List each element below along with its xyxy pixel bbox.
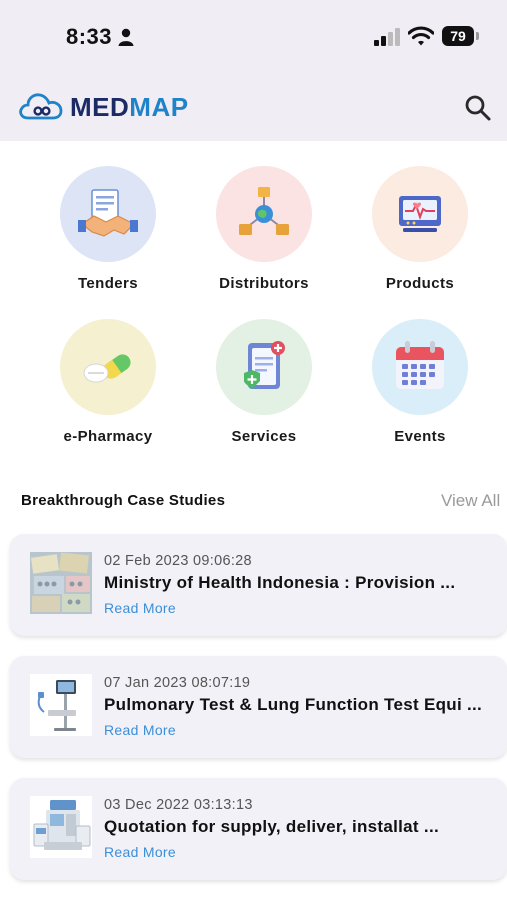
category-circle xyxy=(372,166,468,262)
read-more-link[interactable]: Read More xyxy=(104,844,176,860)
case-study-thumbnail xyxy=(30,552,92,614)
case-study-title: Quotation for supply, deliver, installat… xyxy=(104,817,439,836)
pills-icon xyxy=(83,354,131,383)
case-study-card[interactable]: 07 Jan 2023 08:07:19 Pulmonary Test & Lu… xyxy=(10,656,507,758)
case-study-date: 02 Feb 2023 09:06:28 xyxy=(104,553,252,569)
category-circle xyxy=(216,166,312,262)
network-globe-icon xyxy=(239,187,289,235)
medicine-packs-image xyxy=(30,552,92,614)
handshake-contract-icon xyxy=(78,189,138,237)
wifi-icon xyxy=(408,26,434,46)
cloud-logo-icon xyxy=(19,93,63,120)
category-label: e-Pharmacy xyxy=(63,428,153,445)
view-all-link[interactable]: View All xyxy=(441,491,500,511)
laboratory-machine-image xyxy=(30,796,92,858)
category-circle xyxy=(216,319,312,415)
status-bar: 8:33 79 xyxy=(0,0,507,70)
medical-document-icon xyxy=(244,341,285,389)
section-title: Breakthrough Case Studies xyxy=(21,492,226,509)
read-more-link[interactable]: Read More xyxy=(104,600,176,616)
search-icon[interactable] xyxy=(464,94,492,122)
medical-monitor-icon xyxy=(399,196,441,232)
category-label: Tenders xyxy=(77,275,139,292)
category-label: Distributors xyxy=(219,275,309,292)
category-circle xyxy=(60,166,156,262)
case-study-card[interactable]: 02 Feb 2023 09:06:28 Ministry of Health … xyxy=(10,534,507,636)
category-label: Services xyxy=(231,428,297,445)
category-circle xyxy=(60,319,156,415)
category-services[interactable]: Services xyxy=(194,319,334,459)
brand-name: MEDMAP xyxy=(70,92,189,122)
case-study-card[interactable]: 03 Dec 2022 03:13:13 Quotation for suppl… xyxy=(10,778,507,880)
status-time: 8:33 xyxy=(66,24,113,49)
header-area: 8:33 79 MEDMAP xyxy=(0,0,507,141)
category-circle xyxy=(372,319,468,415)
battery-icon: 79 xyxy=(442,26,480,46)
calendar-icon xyxy=(396,341,444,389)
category-e-pharmacy[interactable]: e-Pharmacy xyxy=(38,319,178,459)
case-study-title: Ministry of Health Indonesia : Provision… xyxy=(104,573,456,592)
category-tenders[interactable]: Tenders xyxy=(38,166,178,306)
category-label: Events xyxy=(394,428,446,445)
case-study-thumbnail xyxy=(30,796,92,858)
lung-test-equipment-image xyxy=(30,674,92,736)
category-products[interactable]: Products xyxy=(350,166,490,306)
read-more-link[interactable]: Read More xyxy=(104,722,176,738)
category-label: Products xyxy=(385,275,455,292)
category-events[interactable]: Events xyxy=(350,319,490,459)
person-icon xyxy=(118,28,134,46)
cellular-signal-icon xyxy=(374,28,400,46)
case-study-date: 03 Dec 2022 03:13:13 xyxy=(104,797,253,813)
battery-percentage: 79 xyxy=(450,28,466,44)
case-study-thumbnail xyxy=(30,674,92,736)
category-distributors[interactable]: Distributors xyxy=(194,166,334,306)
case-study-date: 07 Jan 2023 08:07:19 xyxy=(104,675,251,691)
case-study-title: Pulmonary Test & Lung Function Test Equi… xyxy=(104,695,483,714)
